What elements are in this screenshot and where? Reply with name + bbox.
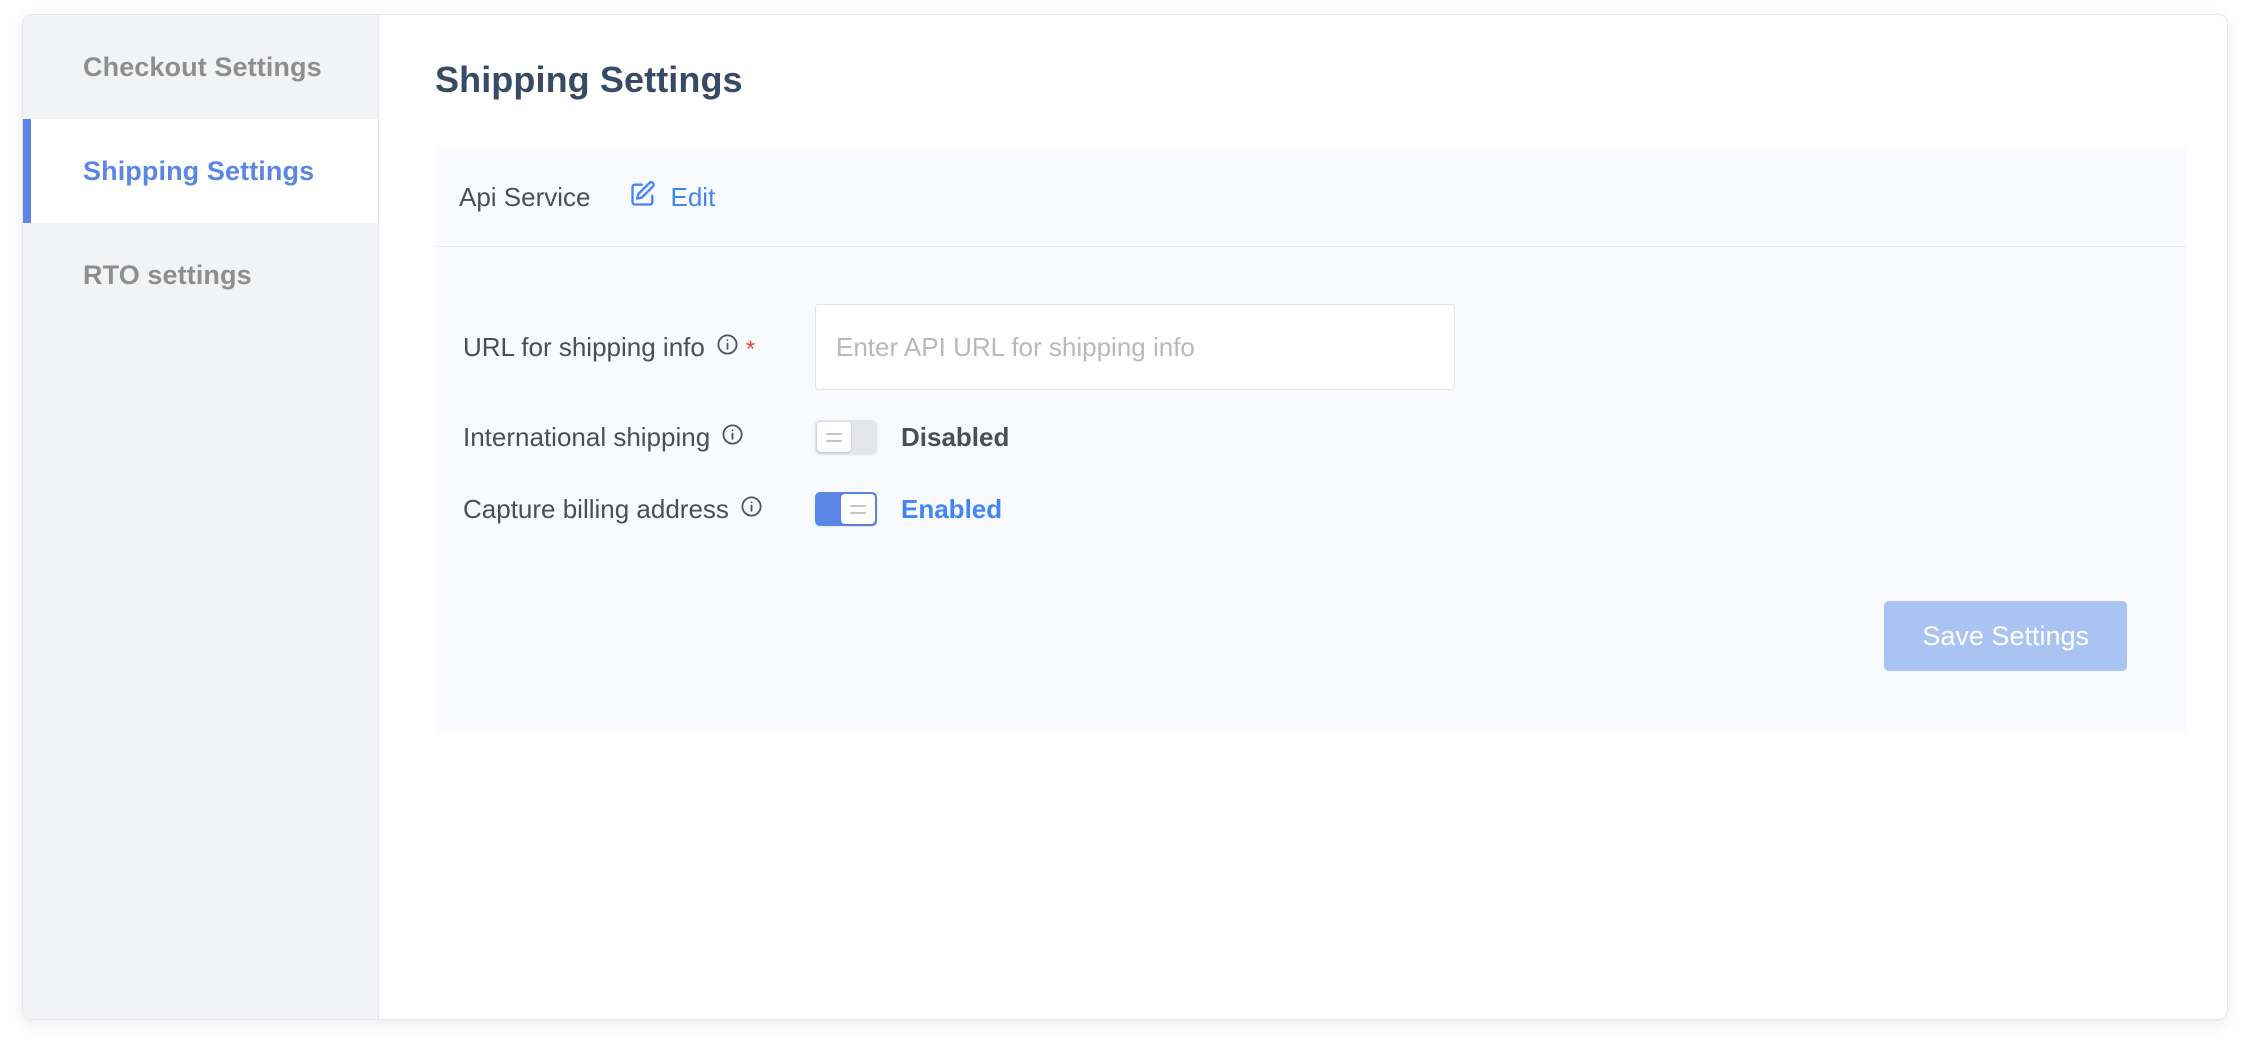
form-row-shipping-url: URL for shipping info *: [463, 293, 2163, 401]
sidebar-item-label: Shipping Settings: [83, 155, 315, 186]
toggle-knob-icon: [841, 494, 875, 524]
sidebar-item-label: RTO settings: [83, 259, 252, 290]
shipping-url-input[interactable]: [815, 304, 1455, 390]
international-shipping-toggle[interactable]: [815, 420, 877, 454]
form-row-capture-billing-address: Capture billing address Enabled: [463, 473, 2163, 545]
shipping-url-label-text: URL for shipping info: [463, 331, 705, 362]
shipping-settings-card: Api Service Edit URL for shipping info *…: [435, 149, 2187, 731]
capture-billing-address-toggle[interactable]: [815, 492, 877, 526]
sidebar: Checkout Settings Shipping Settings RTO …: [23, 15, 379, 1019]
capture-billing-address-status: Enabled: [901, 493, 1003, 524]
card-body: URL for shipping info * Enter API URL fo…: [435, 247, 2187, 731]
shipping-url-control: [815, 304, 2163, 390]
international-shipping-toggle-wrap: Disabled: [815, 420, 1009, 454]
info-circle-icon[interactable]: [716, 332, 739, 363]
international-shipping-label: International shipping: [463, 422, 815, 453]
api-service-label: Api Service: [459, 182, 591, 212]
capture-billing-address-label: Capture billing address: [463, 494, 815, 525]
international-shipping-label-text: International shipping: [463, 421, 711, 452]
required-asterisk: *: [745, 335, 756, 363]
card-header: Api Service Edit: [435, 149, 2187, 247]
edit-label: Edit: [670, 182, 716, 212]
form-row-international-shipping: International shipping Disabled: [463, 401, 2163, 473]
card-actions: Save Settings: [463, 545, 2163, 671]
info-circle-icon[interactable]: [740, 494, 763, 525]
shipping-url-label: URL for shipping info *: [463, 332, 815, 363]
app-window: Checkout Settings Shipping Settings RTO …: [22, 14, 2228, 1020]
sidebar-item-rto-settings[interactable]: RTO settings: [23, 223, 378, 327]
edit-pencil-square-icon: [629, 180, 657, 215]
capture-billing-address-toggle-wrap: Enabled: [815, 492, 1002, 526]
page-title: Shipping Settings: [435, 59, 743, 100]
capture-billing-address-control: Enabled: [815, 492, 2163, 526]
sidebar-item-shipping-settings[interactable]: Shipping Settings: [23, 119, 378, 223]
international-shipping-status: Disabled: [901, 421, 1010, 452]
international-shipping-control: Disabled: [815, 420, 2163, 454]
edit-api-service-button[interactable]: Edit: [629, 180, 716, 215]
info-circle-icon[interactable]: [721, 422, 744, 453]
toggle-knob-icon: [817, 422, 851, 452]
save-settings-button[interactable]: Save Settings: [1884, 601, 2127, 671]
sidebar-item-checkout-settings[interactable]: Checkout Settings: [23, 15, 378, 119]
capture-billing-address-label-text: Capture billing address: [463, 493, 729, 524]
sidebar-item-label: Checkout Settings: [83, 51, 322, 82]
main-content: Shipping Settings Api Service Edit URL f…: [379, 15, 2227, 1019]
